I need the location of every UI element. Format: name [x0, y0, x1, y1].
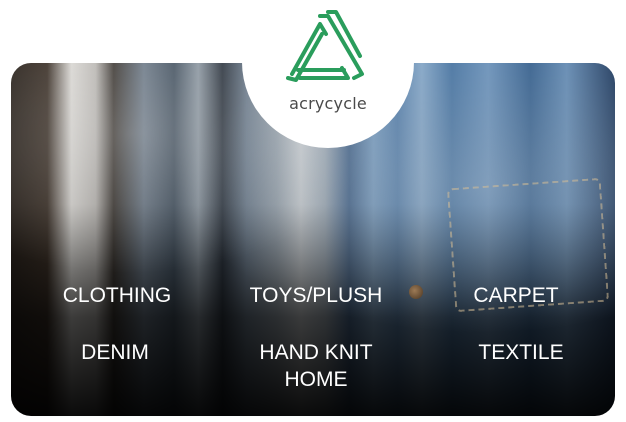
category-hand-knit-home[interactable]: HAND KNIT HOME: [232, 339, 400, 393]
category-clothing[interactable]: CLOTHING: [47, 282, 187, 309]
page: CLOTHING TOYS/PLUSH CARPET DENIM HAND KN…: [0, 0, 626, 422]
category-toys-plush[interactable]: TOYS/PLUSH: [232, 282, 400, 309]
category-denim[interactable]: DENIM: [63, 339, 167, 366]
category-textile[interactable]: TEXTILE: [460, 339, 582, 366]
category-carpet[interactable]: CARPET: [458, 282, 574, 309]
jeans-rivet: [409, 285, 423, 299]
recycle-triangle-icon: [286, 10, 364, 82]
brand-name: acrycycle: [289, 94, 367, 113]
